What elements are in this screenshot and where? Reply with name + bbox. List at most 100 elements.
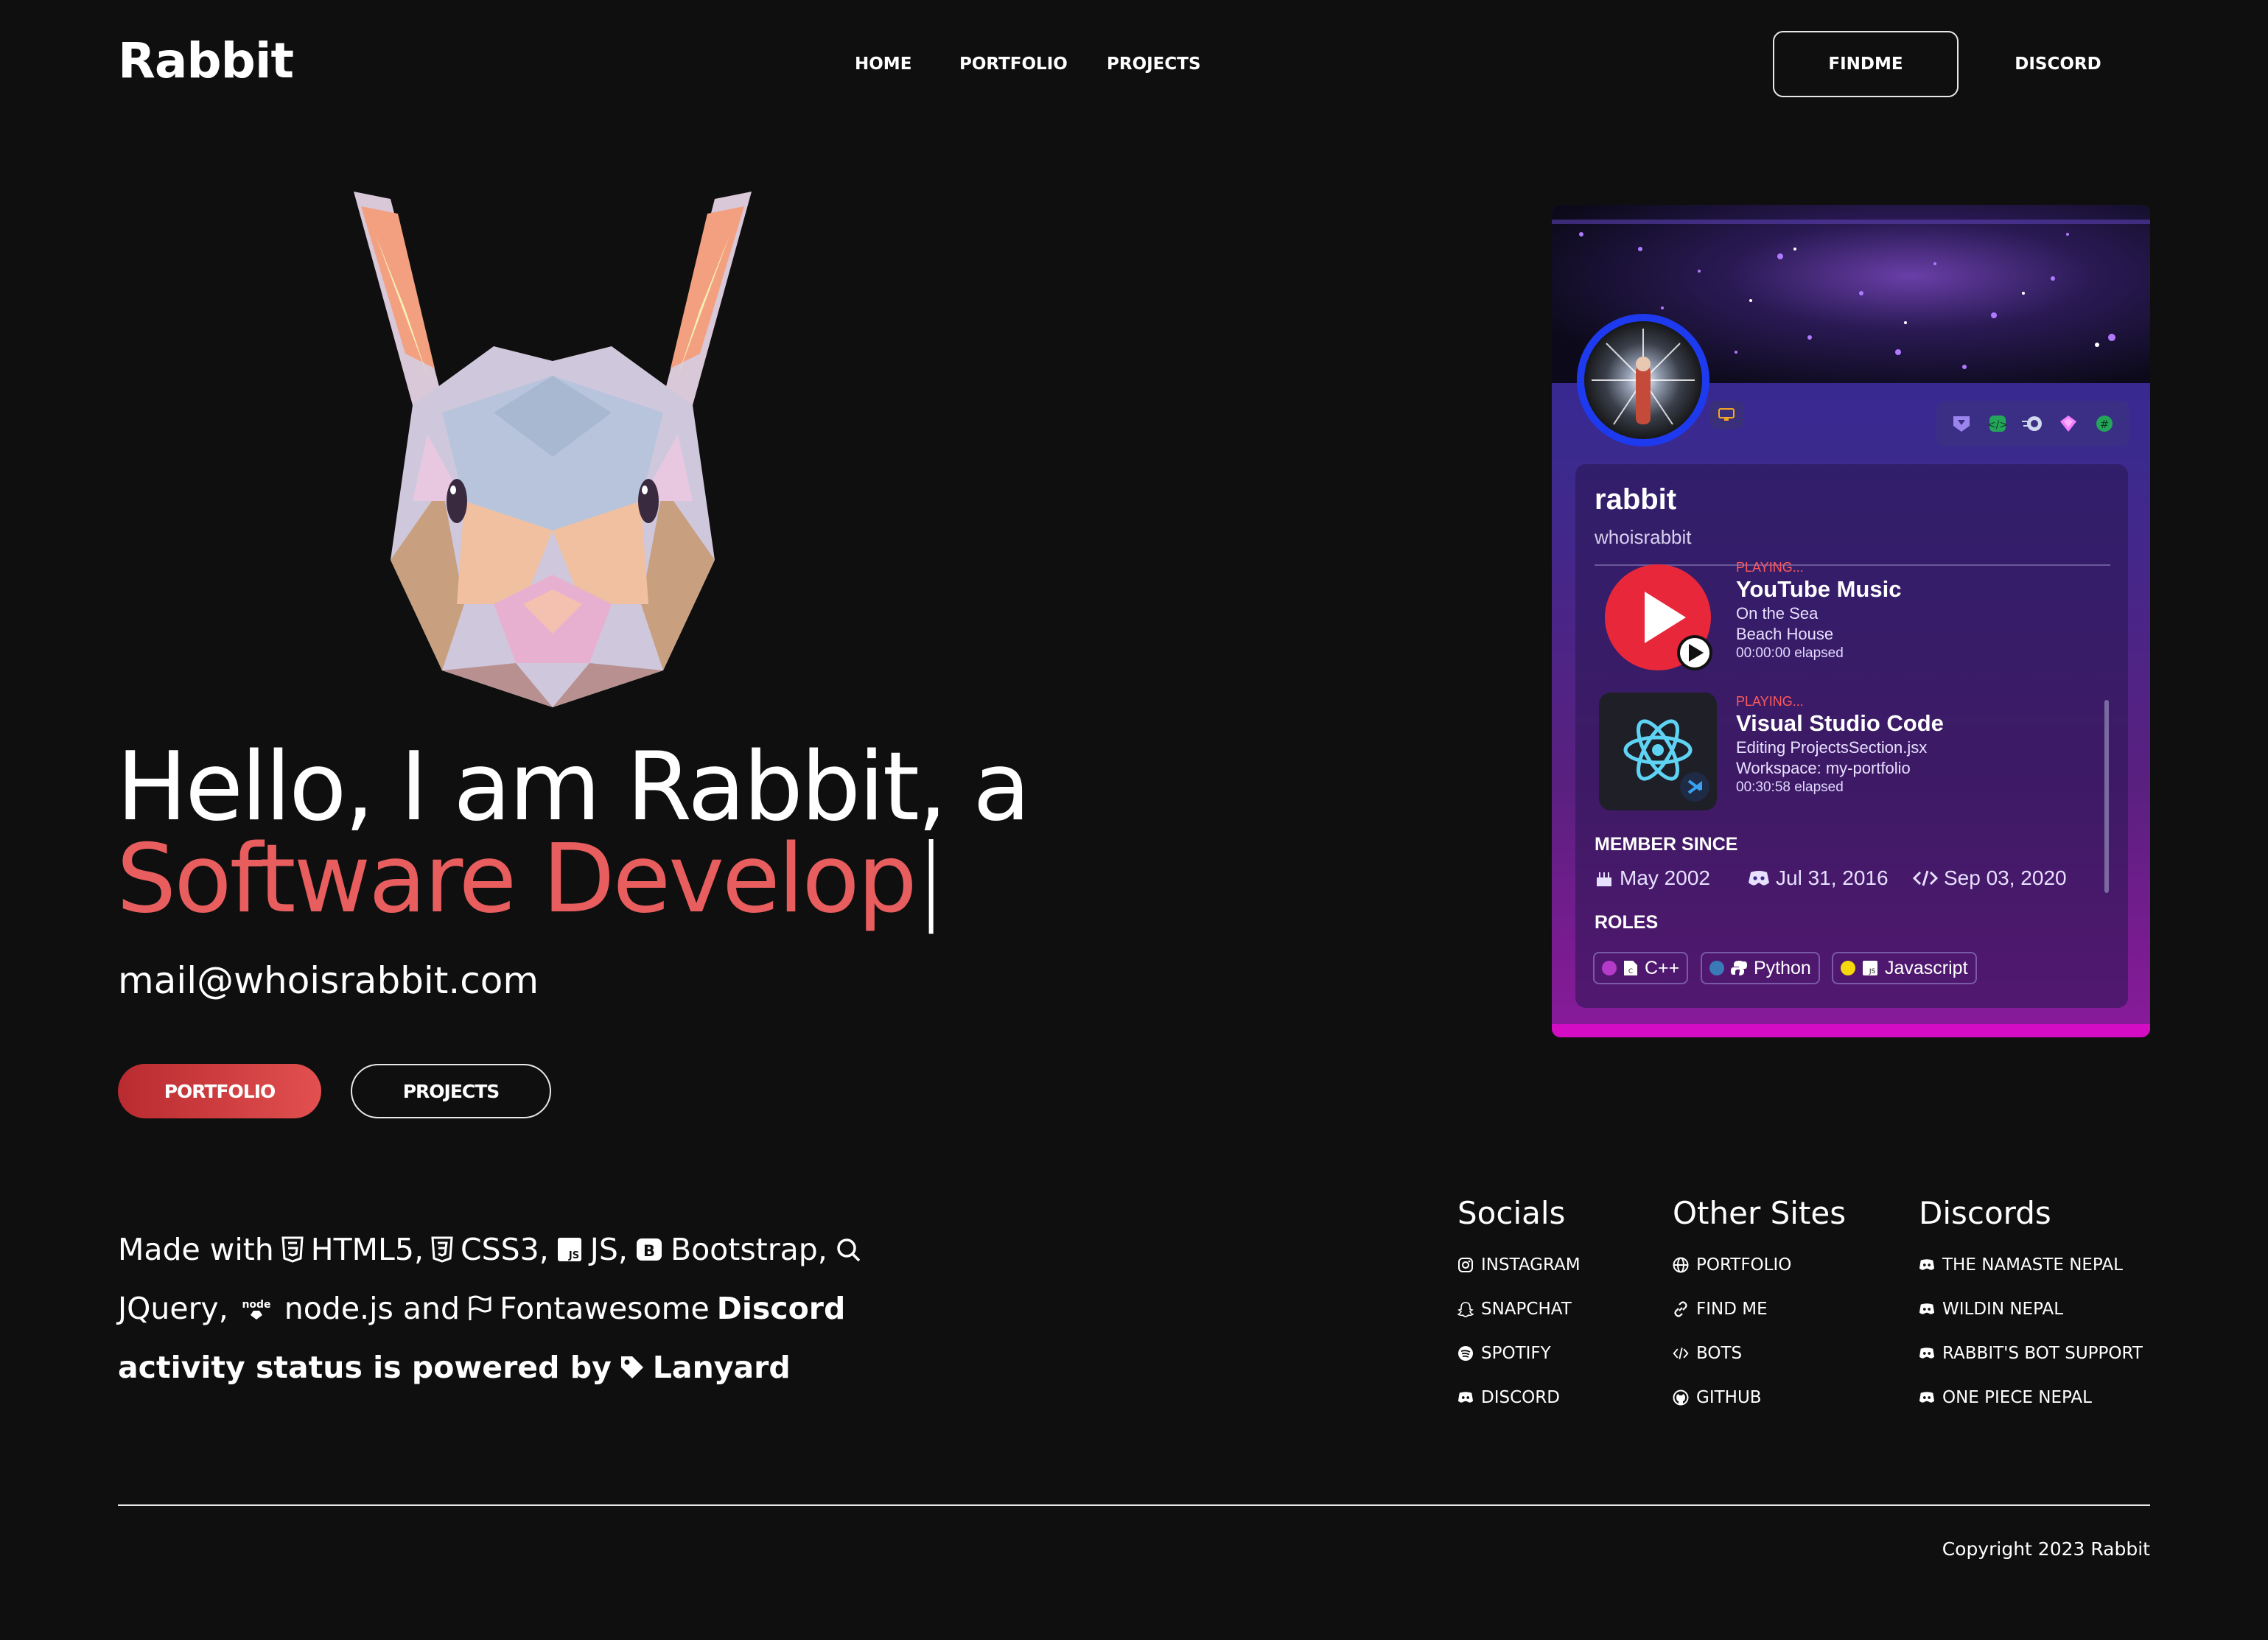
role-name: Javascript: [1885, 957, 1968, 978]
footer-link-bots[interactable]: BOTS: [1673, 1344, 1742, 1363]
footer-link-label: BOTS: [1696, 1344, 1743, 1363]
hero-heading-line2: Software Develop|: [116, 833, 947, 927]
svg-text:JS: JS: [568, 1250, 579, 1261]
bootstrap-text: Bootstrap,: [670, 1232, 827, 1267]
footer-link-label: ONE PIECE NEPAL: [1942, 1388, 2092, 1407]
footer-link-rabbits-bot-support[interactable]: RABBIT'S BOT SUPPORT: [1919, 1344, 2143, 1363]
javascript-icon: JS: [1863, 961, 1877, 975]
code-icon: [1673, 1348, 1689, 1359]
activity-detail-line: Beach House: [1736, 625, 1834, 643]
nav-link-projects[interactable]: PROJECTS: [1107, 55, 1201, 74]
footer-link-label: FIND ME: [1696, 1300, 1768, 1319]
copyright-text: Copyright 2023 Rabbit: [1942, 1538, 2150, 1560]
nav-link-home[interactable]: HOME: [855, 55, 911, 74]
discord-icon: [1919, 1392, 1935, 1403]
snapchat-icon: [1457, 1302, 1474, 1317]
youtube-music-icon: [1599, 558, 1717, 676]
birthday-date: May 2002: [1595, 866, 1710, 890]
instagram-icon: [1458, 1258, 1473, 1272]
boost-badge-icon[interactable]: [2057, 413, 2079, 435]
discord-icon: [1457, 1392, 1474, 1403]
css3-icon: [431, 1236, 453, 1263]
cake-icon: [1597, 872, 1611, 886]
svg-text:JS: JS: [1869, 968, 1876, 975]
css3-text: CSS3,: [461, 1232, 549, 1267]
code-icon: [1913, 870, 1938, 886]
activity-status-label: PLAYING...: [1736, 694, 1804, 709]
discord-avatar[interactable]: [1577, 314, 1709, 446]
react-icon: [1599, 693, 1717, 810]
footer-heading-other-sites: Other Sites: [1673, 1195, 1847, 1231]
footer-heading-discords: Discords: [1919, 1195, 2051, 1231]
fontawesome-text: Fontawesome: [500, 1291, 710, 1326]
footer-link-label: INSTAGRAM: [1481, 1255, 1581, 1275]
role-tag-javascript[interactable]: JS Javascript: [1832, 952, 1977, 984]
js-icon: JS: [557, 1238, 581, 1261]
link-icon: [1674, 1301, 1687, 1317]
email-address[interactable]: mail@whoisrabbit.com: [118, 959, 539, 1002]
activity-detail-line: On the Sea: [1736, 604, 1819, 623]
activity-status-label: PLAYING...: [1736, 560, 1804, 575]
made-with-line1: Made with HTML5, CSS3, JS JS, B Bootstra…: [118, 1232, 861, 1267]
typed-role-text: Software Develop: [116, 824, 917, 934]
footer-link-spotify[interactable]: SPOTIFY: [1457, 1344, 1551, 1363]
quest-badge-icon[interactable]: #: [2093, 413, 2115, 435]
footer-link-portfolio[interactable]: PORTFOLIO: [1673, 1255, 1791, 1275]
member-since-label: MEMBER SINCE: [1595, 834, 1738, 855]
desktop-status-icon: [1709, 401, 1743, 429]
active-developer-badge-icon[interactable]: </>: [1987, 413, 2009, 435]
spotify-icon: [1458, 1346, 1473, 1361]
server-join-date: Sep 03, 2020: [1913, 866, 2067, 890]
footer-link-namaste-nepal[interactable]: THE NAMASTE NEPAL: [1919, 1255, 2123, 1275]
hypesquad-badge-icon[interactable]: [1950, 413, 1973, 435]
bootstrap-icon: B: [636, 1238, 662, 1261]
made-with-line2: JQuery, node node.js and Fontawesome Dis…: [118, 1291, 845, 1326]
discord-username: whoisrabbit: [1595, 526, 1692, 548]
footer-link-label: SPOTIFY: [1481, 1344, 1551, 1363]
discord-text: Discord: [716, 1291, 846, 1326]
footer-link-label: THE NAMASTE NEPAL: [1942, 1255, 2123, 1275]
svg-text:B: B: [643, 1242, 655, 1260]
discord-icon: [1919, 1259, 1935, 1270]
role-tag-cpp[interactable]: C C++: [1593, 952, 1689, 984]
nav-link-portfolio[interactable]: PORTFOLIO: [959, 55, 1068, 74]
server-join-text: Sep 03, 2020: [1944, 866, 2067, 889]
cpp-file-icon: C: [1624, 961, 1637, 975]
jquery-text: JQuery,: [118, 1291, 228, 1326]
discord-button[interactable]: DISCORD: [1989, 31, 2127, 97]
svg-text:node: node: [242, 1299, 270, 1311]
avatar-image: [1592, 329, 1695, 425]
nitro-badge-icon[interactable]: [2021, 413, 2044, 435]
svg-text:C: C: [1628, 968, 1633, 975]
footer-link-label: PORTFOLIO: [1696, 1255, 1792, 1275]
footer-link-snapchat[interactable]: SNAPCHAT: [1457, 1300, 1572, 1319]
flag-icon: [469, 1295, 491, 1320]
lanyard-link[interactable]: Lanyard: [653, 1350, 791, 1385]
role-tag-python[interactable]: Python: [1701, 952, 1820, 984]
discord-join-text: Jul 31, 2016: [1776, 866, 1889, 889]
footer-link-label: DISCORD: [1481, 1388, 1560, 1407]
footer-link-github[interactable]: GITHUB: [1673, 1388, 1762, 1407]
birthday-text: May 2002: [1620, 866, 1710, 889]
html5-text: HTML5,: [310, 1232, 424, 1267]
made-with-line3: activity status is powered by Lanyard: [118, 1350, 791, 1385]
hero-heading-line1: Hello, I am Rabbit, a: [116, 732, 1031, 842]
footer-link-instagram[interactable]: INSTAGRAM: [1457, 1255, 1581, 1275]
discord-icon: [1919, 1303, 1935, 1314]
activity-scrollbar[interactable]: [2104, 700, 2109, 893]
projects-button[interactable]: PROJECTS: [351, 1064, 551, 1118]
site-logo[interactable]: Rabbit: [118, 32, 294, 89]
footer-link-label: WILDIN NEPAL: [1942, 1300, 2064, 1319]
footer-link-find-me[interactable]: FIND ME: [1673, 1300, 1768, 1319]
typing-cursor: |: [914, 824, 947, 934]
findme-button[interactable]: FINDME: [1773, 31, 1959, 97]
footer-link-wildin-nepal[interactable]: WILDIN NEPAL: [1919, 1300, 2063, 1319]
python-icon: [1731, 961, 1747, 975]
footer-link-discord[interactable]: DISCORD: [1457, 1388, 1560, 1407]
role-name: Python: [1754, 957, 1811, 978]
footer-divider: [118, 1504, 2150, 1506]
footer-link-one-piece-nepal[interactable]: ONE PIECE NEPAL: [1919, 1388, 2092, 1407]
portfolio-button[interactable]: PORTFOLIO: [118, 1064, 321, 1118]
svg-text:</>: </>: [1987, 419, 2007, 431]
github-icon: [1673, 1390, 1689, 1406]
